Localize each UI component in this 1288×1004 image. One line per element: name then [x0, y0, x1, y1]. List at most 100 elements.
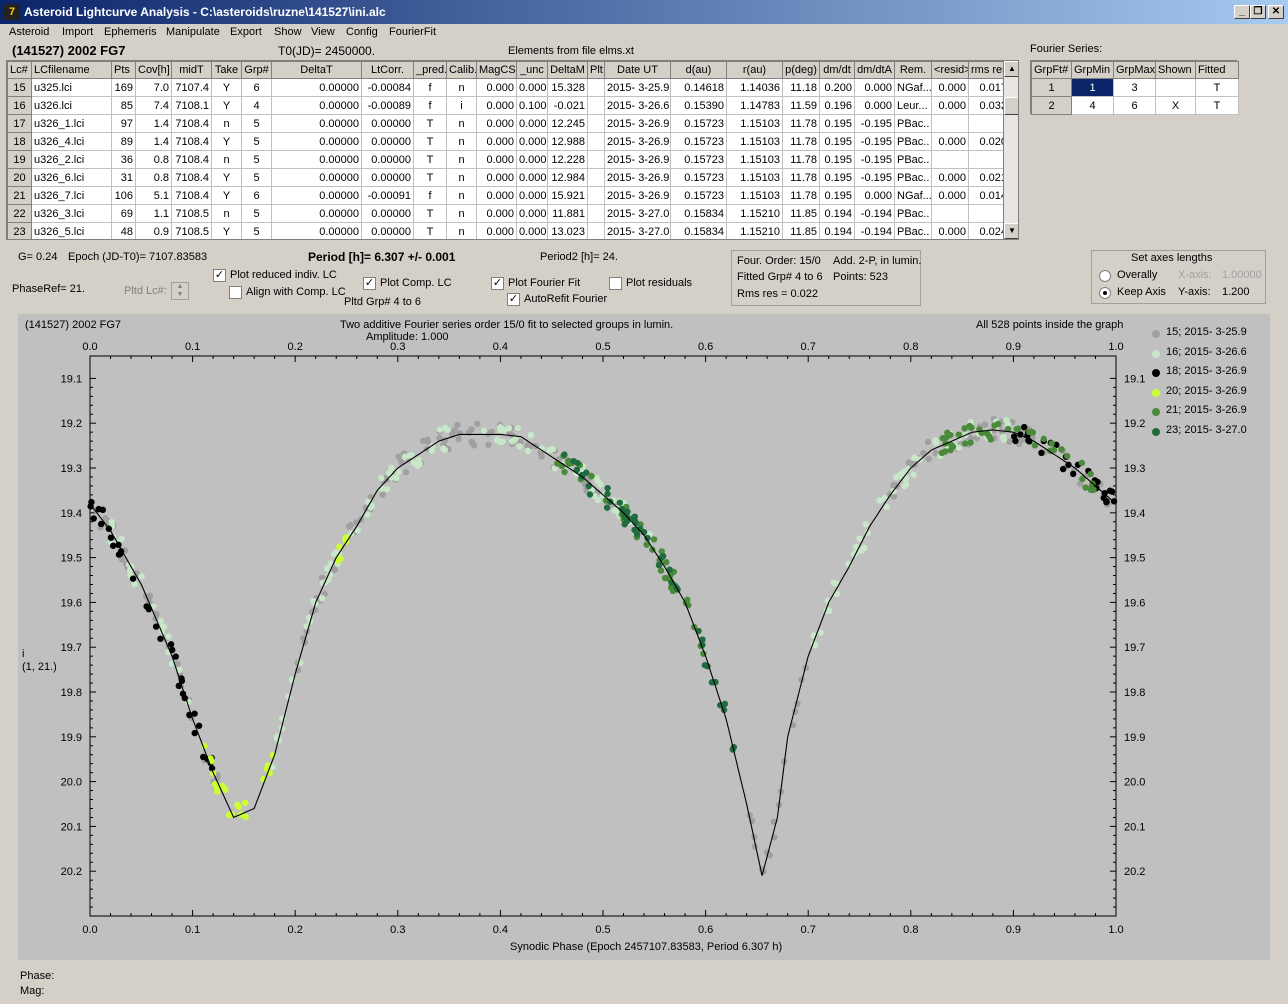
table-cell[interactable]: 0.00000	[361, 204, 414, 223]
row-header[interactable]: 17	[7, 114, 32, 133]
lightcurve-plot[interactable]: 0.0 0.0 0.1 0.1 0.2 0.2 0.3 0.3 0.4 0.4 0.5 0.5 0.6 0…	[18, 314, 1270, 960]
table-cell[interactable]: n	[446, 222, 477, 239]
table-cell[interactable]: 1.15103	[726, 150, 783, 169]
table-cell[interactable]: 12.988	[547, 132, 588, 151]
fourier-row-header[interactable]: 2	[1031, 96, 1072, 115]
table-cell[interactable]: 0.000	[516, 186, 548, 205]
restore-icon[interactable]: ❐	[1250, 5, 1266, 19]
column-header[interactable]: Lc#	[7, 61, 32, 79]
table-cell[interactable]: 0.000	[476, 222, 517, 239]
table-cell[interactable]: 0.8	[135, 150, 172, 169]
table-cell[interactable]: 0.000	[931, 222, 969, 239]
table-cell[interactable]	[587, 186, 605, 205]
row-header[interactable]: 18	[7, 132, 32, 151]
table-row[interactable]: 17 u326_1.lci 97 1.4 7108.4 n 5 0.00000 0.00000 T…	[7, 114, 1010, 133]
fourier-row[interactable]: 246XT	[1031, 96, 1239, 115]
table-cell[interactable]: T	[413, 132, 447, 151]
table-cell[interactable]: 0.000	[476, 204, 517, 223]
table-cell[interactable]: 7108.1	[171, 96, 212, 115]
table-cell[interactable]: 0.000	[516, 222, 548, 239]
table-cell[interactable]	[931, 204, 969, 223]
table-cell[interactable]: T	[413, 222, 447, 239]
table-cell[interactable]: 0.000	[516, 168, 548, 187]
table-cell[interactable]: T	[413, 168, 447, 187]
table-cell[interactable]: 2015- 3-26.9	[604, 168, 671, 187]
table-cell[interactable]: PBac..	[894, 222, 932, 239]
column-header[interactable]: Cov[h]	[135, 61, 172, 79]
table-cell[interactable]	[587, 96, 605, 115]
table-cell[interactable]: 12.245	[547, 114, 588, 133]
table-cell[interactable]	[587, 78, 605, 97]
table-cell[interactable]	[587, 204, 605, 223]
table-cell[interactable]: 0.00000	[271, 186, 362, 205]
table-cell[interactable]: 0.15723	[670, 186, 727, 205]
table-cell[interactable]: 12.984	[547, 168, 588, 187]
table-cell[interactable]: 0.15723	[670, 132, 727, 151]
table-cell[interactable]: PBac..	[894, 150, 932, 169]
table-cell[interactable]: 11.59	[782, 96, 820, 115]
minimize-icon[interactable]: _	[1234, 5, 1250, 19]
fourier-cell[interactable]	[1155, 78, 1196, 97]
table-cell[interactable]: 0.195	[819, 150, 855, 169]
table-cell[interactable]: 0.000	[476, 186, 517, 205]
column-header[interactable]: Take	[211, 61, 242, 79]
table-cell[interactable]: 0.194	[819, 204, 855, 223]
table-cell[interactable]: n	[211, 150, 242, 169]
table-cell[interactable]: 36	[111, 150, 136, 169]
table-row[interactable]: 20 u326_6.lci 31 0.8 7108.4 Y 5 0.00000 0.00000 T…	[7, 168, 1010, 187]
fourier-cell[interactable]: 4	[1071, 96, 1114, 115]
plot-resid-checkbox[interactable]	[609, 277, 622, 290]
pltd-lc-spinner[interactable]: ▲ ▼	[171, 282, 189, 300]
column-header[interactable]: MagCS	[476, 61, 517, 79]
menu-export[interactable]: Export	[230, 26, 262, 38]
table-cell[interactable]: 2015- 3-26.9	[604, 186, 671, 205]
menu-view[interactable]: View	[311, 26, 335, 38]
table-cell[interactable]: 0.00000	[361, 114, 414, 133]
table-cell[interactable]: 0.00000	[361, 150, 414, 169]
table-cell[interactable]: 0.000	[476, 168, 517, 187]
column-header[interactable]: _unc	[516, 61, 548, 79]
table-cell[interactable]	[587, 168, 605, 187]
table-cell[interactable]: 0.00000	[271, 132, 362, 151]
table-cell[interactable]: 1.4	[135, 132, 172, 151]
table-cell[interactable]: 1.15103	[726, 132, 783, 151]
column-header[interactable]: LtCorr.	[361, 61, 414, 79]
table-cell[interactable]: -0.194	[854, 222, 895, 239]
table-cell[interactable]: 0.000	[931, 186, 969, 205]
table-cell[interactable]: i	[446, 96, 477, 115]
table-cell[interactable]: 0.000	[854, 96, 895, 115]
table-cell[interactable]	[587, 150, 605, 169]
table-cell[interactable]: 0.000	[931, 96, 969, 115]
table-cell[interactable]: Y	[211, 222, 242, 239]
table-cell[interactable]: 5	[241, 132, 272, 151]
table-cell[interactable]: 15.921	[547, 186, 588, 205]
column-header[interactable]: _pred.	[413, 61, 447, 79]
table-cell[interactable]: f	[413, 78, 447, 97]
table-cell[interactable]: n	[446, 204, 477, 223]
table-cell[interactable]: u326_5.lci	[31, 222, 112, 239]
table-cell[interactable]: 7108.4	[171, 114, 212, 133]
table-cell[interactable]: 0.15723	[670, 150, 727, 169]
table-cell[interactable]: 0.000	[931, 132, 969, 151]
table-cell[interactable]: f	[413, 186, 447, 205]
table-cell[interactable]: 0.15834	[670, 204, 727, 223]
column-header[interactable]: dm/dtA	[854, 61, 895, 79]
table-cell[interactable]: 1.15210	[726, 204, 783, 223]
fourier-column-header[interactable]: GrpMin	[1071, 61, 1114, 79]
column-header[interactable]: DeltaT	[271, 61, 362, 79]
table-cell[interactable]: 0.000	[854, 186, 895, 205]
scroll-up-icon[interactable]: ▲	[1004, 61, 1018, 77]
table-cell[interactable]: 0.196	[819, 96, 855, 115]
table-cell[interactable]: 7.0	[135, 78, 172, 97]
fourier-column-header[interactable]: Shown	[1155, 61, 1196, 79]
table-cell[interactable]: -0.195	[854, 168, 895, 187]
table-cell[interactable]: 97	[111, 114, 136, 133]
autorefit-checkbox[interactable]: ✓	[507, 293, 520, 306]
menu-ephemeris[interactable]: Ephemeris	[104, 26, 157, 38]
fourier-cell[interactable]: T	[1195, 96, 1239, 115]
table-cell[interactable]: u326_6.lci	[31, 168, 112, 187]
table-cell[interactable]: 0.000	[516, 204, 548, 223]
table-cell[interactable]: -0.194	[854, 204, 895, 223]
table-cell[interactable]: 15.328	[547, 78, 588, 97]
row-header[interactable]: 22	[7, 204, 32, 223]
